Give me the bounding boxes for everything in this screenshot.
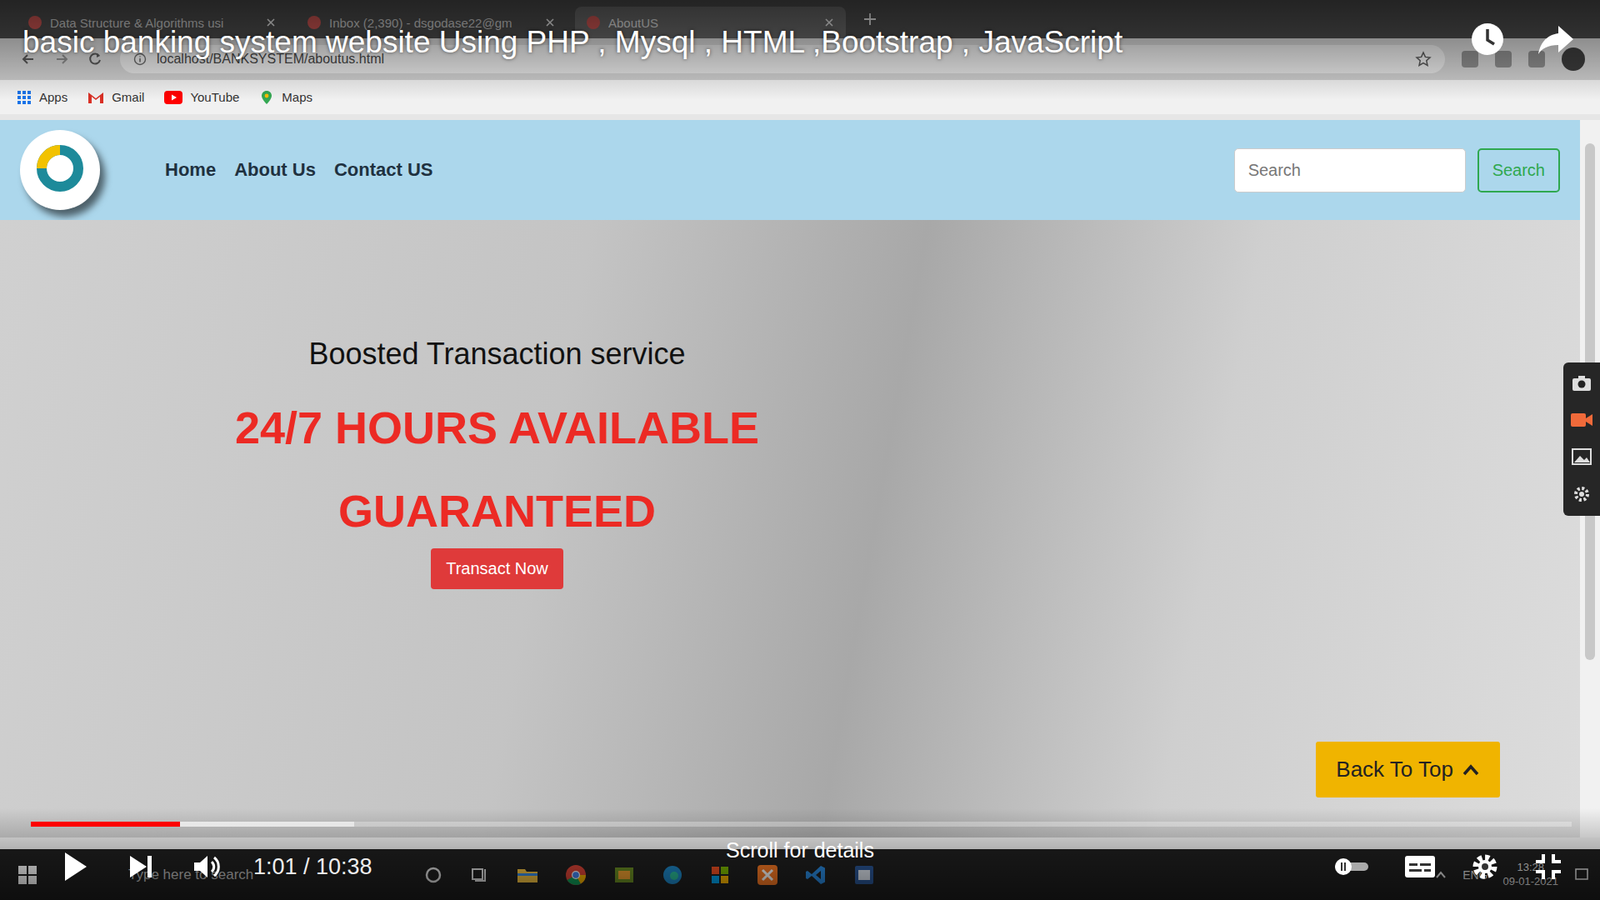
search-button[interactable]: Search <box>1477 148 1560 193</box>
volume-icon[interactable] <box>191 852 222 881</box>
played-fill <box>30 821 180 827</box>
video-controls: 1:01 / 10:38 Scroll for details <box>0 808 1600 900</box>
info-icon <box>133 52 147 66</box>
url-field[interactable]: localhost/BANKSYSTEM/aboutus.html <box>120 45 1445 74</box>
browser-tab[interactable]: Data Structure & Algorithms usi <box>16 6 288 39</box>
bank-logo-icon[interactable] <box>16 126 104 214</box>
time-display: 1:01 / 10:38 <box>253 854 373 880</box>
scroll-hint[interactable]: Scroll for details <box>725 838 875 863</box>
web-page: Home About Us Contact US SearchSearch Booste… <box>0 120 1580 838</box>
captions-icon[interactable] <box>1403 854 1437 880</box>
close-icon[interactable] <box>545 17 555 28</box>
star-icon[interactable] <box>1415 50 1432 68</box>
search-form: SearchSearch <box>1234 148 1560 193</box>
gallery-icon[interactable] <box>1570 447 1593 466</box>
favicon-icon <box>28 15 42 30</box>
bookmark[interactable]: Gmail <box>87 90 145 105</box>
extension-icon[interactable] <box>1528 50 1545 68</box>
play-icon[interactable] <box>60 850 90 884</box>
extension-icon[interactable] <box>1461 50 1479 68</box>
bookmarks-bar: Apps Gmail YouTube Maps <box>0 80 1600 115</box>
video-title[interactable]: basic banking system website Using PHP ,… <box>22 25 1123 60</box>
search-input[interactable]: Search <box>1234 148 1466 193</box>
address-bar: localhost/BANKSYSTEM/aboutus.html <box>0 38 1600 80</box>
transact-now-button[interactable]: Transact Now <box>430 548 564 590</box>
hero-banner: Boosted Transaction service 24/7 HOURS AV… <box>0 220 1580 838</box>
forward-icon[interactable] <box>53 50 70 68</box>
favicon-icon <box>307 15 321 30</box>
profile-icon[interactable] <box>1561 47 1585 71</box>
browser-tab[interactable]: Inbox (2,390) - dsgodase22@gm <box>295 6 567 39</box>
hero-tagline: GUARANTEED <box>338 485 656 537</box>
progress-bar[interactable] <box>30 821 1572 827</box>
nav-link[interactable]: About Us <box>234 159 316 181</box>
share-arrow-icon[interactable] <box>1536 22 1575 56</box>
apps-grid-icon <box>16 90 32 105</box>
plus-icon[interactable] <box>862 11 878 27</box>
site-navbar: Home About Us Contact US SearchSearch <box>0 120 1580 220</box>
chevron-up-icon <box>1461 763 1480 777</box>
screen: Data Structure & Algorithms usiInbox (2,… <box>0 0 1600 900</box>
bookmark[interactable]: Maps <box>259 90 313 105</box>
close-icon[interactable] <box>824 17 835 28</box>
hero-subtitle: Boosted Transaction service <box>308 336 685 372</box>
reload-icon[interactable] <box>86 50 104 68</box>
autoplay-toggle-icon[interactable] <box>1333 856 1370 877</box>
divider <box>0 114 1600 120</box>
control-right <box>1333 851 1564 882</box>
nav-link[interactable]: Contact US <box>334 159 434 181</box>
camera-icon[interactable] <box>1570 374 1593 393</box>
settings-icon[interactable] <box>1470 851 1500 882</box>
extension-icon[interactable] <box>1495 50 1512 68</box>
back-to-top-button[interactable]: Back To Top <box>1315 741 1500 798</box>
close-icon[interactable] <box>265 17 276 28</box>
next-icon[interactable] <box>126 852 155 881</box>
recorder-toolbar <box>1563 362 1600 516</box>
control-row: 1:01 / 10:38 Scroll for details <box>0 838 1600 895</box>
maps-icon <box>259 90 275 105</box>
video-record-icon[interactable] <box>1570 410 1594 430</box>
gmail-icon <box>87 90 105 105</box>
settings-gear-icon[interactable] <box>1571 484 1592 505</box>
youtube-icon <box>164 90 183 105</box>
watch-later-clock-icon[interactable] <box>1468 20 1507 59</box>
page-viewport: Home About Us Contact US SearchSearch Booste… <box>0 120 1600 838</box>
nav-link[interactable]: Home <box>165 159 216 181</box>
browser-tab[interactable]: AboutUS <box>575 6 846 39</box>
hero-content: Boosted Transaction service24/7 HOURS AV… <box>240 220 754 590</box>
favicon-icon <box>586 15 600 30</box>
exit-fullscreen-icon[interactable] <box>1533 851 1564 882</box>
bookmark[interactable]: YouTube <box>164 90 240 105</box>
back-icon[interactable] <box>20 50 37 68</box>
video-top-overlay: basic banking system website Using PHP ,… <box>0 0 1600 100</box>
tab-strip: Data Structure & Algorithms usiInbox (2,… <box>0 0 1600 39</box>
bookmark[interactable]: Apps <box>16 90 68 105</box>
hero-headline: 24/7 HOURS AVAILABLE <box>235 401 760 454</box>
video-top-actions <box>1468 20 1575 59</box>
